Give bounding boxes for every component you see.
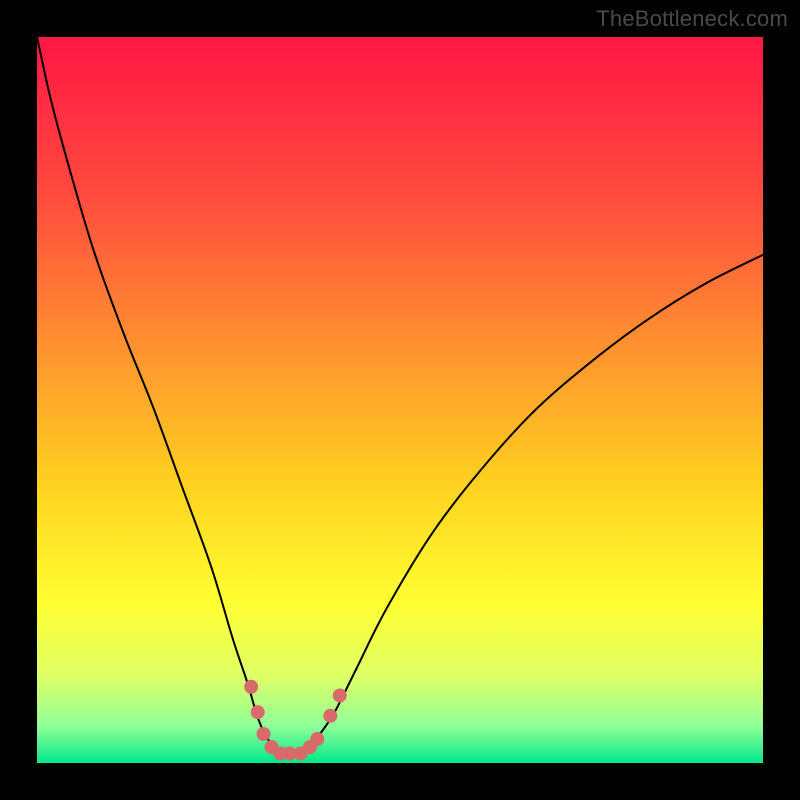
plot-background	[37, 37, 763, 763]
highlight-point	[251, 705, 265, 719]
chart-frame: TheBottleneck.com	[0, 0, 800, 800]
highlight-point	[244, 680, 258, 694]
highlight-point	[257, 727, 271, 741]
highlight-point	[333, 688, 347, 702]
highlight-point	[310, 732, 324, 746]
watermark-text: TheBottleneck.com	[596, 6, 788, 32]
plot-area	[37, 37, 763, 763]
highlight-point	[323, 709, 337, 723]
plot-svg	[37, 37, 763, 763]
